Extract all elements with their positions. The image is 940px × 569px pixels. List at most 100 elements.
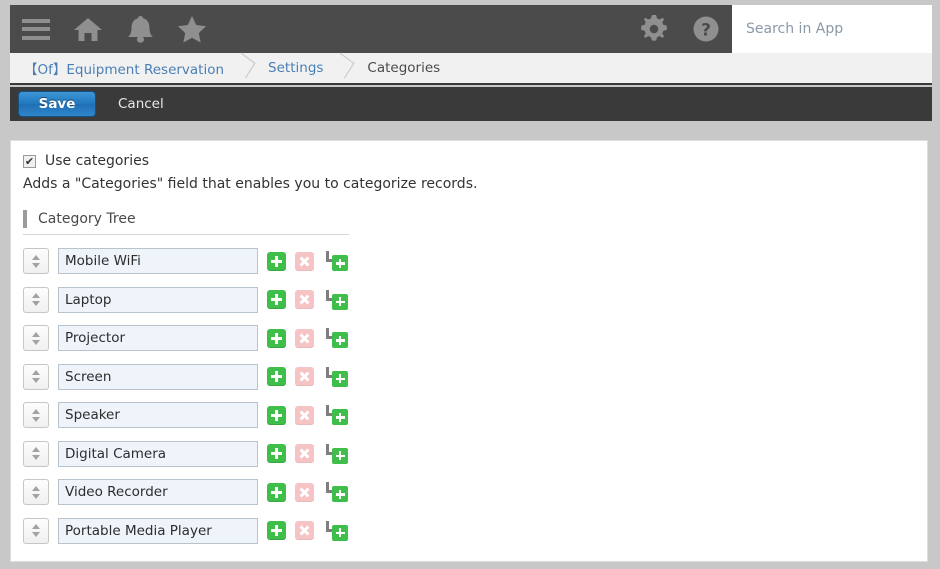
breadcrumb: 【Of】Equipment Reservation Settings Categ… xyxy=(10,53,932,85)
add-category-button[interactable] xyxy=(267,251,286,271)
breadcrumb-item-settings[interactable]: Settings xyxy=(258,60,323,76)
help-icon[interactable]: ? xyxy=(680,5,732,53)
delete-category-button[interactable] xyxy=(295,290,314,310)
category-name-input[interactable] xyxy=(58,402,258,429)
category-name-input[interactable] xyxy=(58,286,258,313)
reorder-handle-icon[interactable] xyxy=(23,479,49,506)
hamburger-menu-icon[interactable] xyxy=(10,5,62,53)
star-icon[interactable] xyxy=(166,5,218,53)
breadcrumb-separator-2 xyxy=(331,52,357,84)
add-category-button[interactable] xyxy=(267,482,286,502)
hamburger-bar-1 xyxy=(22,18,50,23)
add-category-button[interactable] xyxy=(267,521,286,541)
delete-category-button[interactable] xyxy=(295,328,314,348)
delete-category-button[interactable] xyxy=(295,444,314,464)
chevron-down-icon xyxy=(32,455,40,461)
add-subcategory-button[interactable] xyxy=(325,250,348,272)
search-input[interactable] xyxy=(744,20,928,38)
reorder-handle-icon[interactable] xyxy=(23,325,49,352)
reorder-handle-icon[interactable] xyxy=(23,286,49,313)
header-right-icons: ? xyxy=(628,5,932,53)
plus-icon xyxy=(332,524,348,541)
add-subcategory-button[interactable] xyxy=(325,443,348,465)
plus-vertical xyxy=(338,451,342,461)
plus-icon xyxy=(332,409,348,426)
use-categories-label: Use categories xyxy=(45,153,149,169)
add-subcategory-button[interactable] xyxy=(325,520,348,542)
category-tree-title: Category Tree xyxy=(38,211,136,227)
gear-icon[interactable] xyxy=(628,5,680,53)
add-subcategory-button[interactable] xyxy=(325,366,348,388)
delete-category-button[interactable] xyxy=(295,482,314,502)
add-subcategory-button[interactable] xyxy=(325,404,348,426)
delete-category-button[interactable] xyxy=(295,405,314,425)
use-categories-checkbox[interactable]: ✔ xyxy=(23,154,36,168)
plus-icon xyxy=(332,332,348,349)
cancel-button[interactable]: Cancel xyxy=(118,96,164,112)
add-category-button[interactable] xyxy=(267,367,286,387)
bell-icon[interactable] xyxy=(114,5,166,53)
reorder-handle-icon[interactable] xyxy=(23,402,49,429)
add-category-button[interactable] xyxy=(267,444,286,464)
delete-category-button[interactable] xyxy=(295,251,314,271)
breadcrumb-item-categories: Categories xyxy=(367,60,441,76)
hamburger-bar-2 xyxy=(22,27,50,31)
plus-vertical xyxy=(275,486,278,498)
add-subcategory-button[interactable] xyxy=(325,327,348,349)
plus-icon xyxy=(332,293,348,310)
add-category-button[interactable] xyxy=(267,290,286,310)
category-tree-rows xyxy=(23,242,927,550)
content-panel: ✔ Use categories Adds a "Categories" fie… xyxy=(10,140,928,562)
chevron-up-icon xyxy=(32,331,40,337)
table-row xyxy=(23,435,927,474)
category-name-input[interactable] xyxy=(58,479,258,506)
plus-vertical xyxy=(338,335,342,345)
table-row xyxy=(23,319,927,358)
category-name-input[interactable] xyxy=(58,517,258,544)
home-icon[interactable] xyxy=(62,5,114,53)
reorder-handle-icon[interactable] xyxy=(23,517,49,544)
add-subcategory-button[interactable] xyxy=(325,481,348,503)
add-category-button[interactable] xyxy=(267,405,286,425)
add-subcategory-button[interactable] xyxy=(325,289,348,311)
save-button[interactable]: Save xyxy=(18,91,96,117)
delete-category-button[interactable] xyxy=(295,367,314,387)
plus-vertical xyxy=(275,332,278,344)
category-name-input[interactable] xyxy=(58,440,258,467)
plus-icon xyxy=(332,447,348,464)
chevron-up-icon xyxy=(32,370,40,376)
breadcrumb-item-app[interactable]: 【Of】Equipment Reservation xyxy=(10,58,224,78)
delete-category-button[interactable] xyxy=(295,521,314,541)
table-row xyxy=(23,396,927,435)
chevron-up-icon xyxy=(32,293,40,299)
plus-vertical xyxy=(338,258,342,268)
chevron-up-icon xyxy=(32,254,40,260)
chevron-up-icon xyxy=(32,485,40,491)
table-row xyxy=(23,473,927,512)
hamburger-bar-3 xyxy=(22,35,50,40)
plus-vertical xyxy=(275,255,278,267)
svg-text:?: ? xyxy=(701,21,711,41)
category-name-input[interactable] xyxy=(58,248,258,275)
chevron-down-icon xyxy=(32,416,40,422)
category-name-input[interactable] xyxy=(58,363,258,390)
table-row xyxy=(23,281,927,320)
reorder-handle-icon[interactable] xyxy=(23,363,49,390)
plus-vertical xyxy=(275,448,278,460)
category-name-input[interactable] xyxy=(58,325,258,352)
plus-vertical xyxy=(275,294,278,306)
chevron-down-icon xyxy=(32,493,40,499)
reorder-handle-icon[interactable] xyxy=(23,440,49,467)
chevron-down-icon xyxy=(32,262,40,268)
table-row xyxy=(23,242,927,281)
plus-vertical xyxy=(338,297,342,307)
reorder-handle-icon[interactable] xyxy=(23,248,49,275)
search-box[interactable] xyxy=(732,5,932,53)
plus-icon xyxy=(332,255,348,272)
chevron-down-icon xyxy=(32,339,40,345)
chevron-down-icon xyxy=(32,378,40,384)
plus-icon xyxy=(332,486,348,503)
plus-vertical xyxy=(338,489,342,499)
plus-vertical xyxy=(338,374,342,384)
add-category-button[interactable] xyxy=(267,328,286,348)
